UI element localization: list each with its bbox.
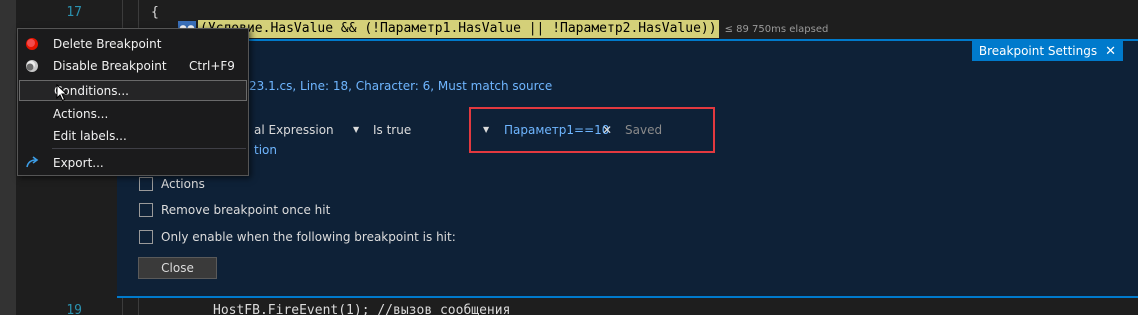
- condition-code: (Условие.HasValue && (!Параметр1.HasValu…: [198, 20, 719, 38]
- code-line-bottom: HostFB.FireEvent(1); //вызов сообщения: [213, 303, 510, 315]
- condition-row: al Expression ▼ Is true ▼ Параметр1==10 …: [117, 123, 1138, 143]
- export-arrow-icon: [26, 155, 39, 167]
- dependent-breakpoint-checkbox-row[interactable]: Only enable when the following breakpoin…: [139, 230, 456, 244]
- menu-item-actions[interactable]: Actions...: [19, 103, 247, 124]
- saved-status: Saved: [625, 123, 663, 137]
- condition-type-select[interactable]: al Expression: [254, 123, 334, 137]
- menu-item-export[interactable]: Export...: [19, 152, 247, 173]
- code-brace: {: [151, 5, 159, 20]
- menu-item-label: Delete Breakpoint: [53, 36, 162, 51]
- line-number: 19: [66, 303, 82, 315]
- code-bottom-text: HostFB.FireEvent(1); //вызов сообщения: [213, 303, 511, 315]
- condition-operator-select[interactable]: Is true: [373, 123, 411, 137]
- chevron-down-icon[interactable]: ▼: [483, 125, 489, 134]
- clear-condition-icon[interactable]: ✕: [602, 123, 612, 137]
- perf-tip: ≤ 89 750ms elapsed: [724, 23, 829, 35]
- breakpoint-margin[interactable]: [0, 0, 16, 315]
- remove-breakpoint-label: Remove breakpoint once hit: [161, 203, 331, 217]
- menu-item-disable-breakpoint[interactable]: Disable Breakpoint Ctrl+F9: [19, 55, 247, 76]
- condition-value-input[interactable]: Параметр1==10: [504, 123, 609, 137]
- actions-checkbox-row[interactable]: Actions: [139, 177, 205, 191]
- chevron-down-icon[interactable]: ▼: [353, 125, 359, 134]
- add-condition-link[interactable]: tion: [254, 143, 277, 157]
- line-number: 17: [66, 5, 82, 20]
- actions-label: Actions: [161, 177, 205, 191]
- mouse-cursor-icon: [56, 84, 68, 102]
- breakpoint-location: 23.1.cs, Line: 18, Character: 6, Must ma…: [249, 79, 553, 93]
- context-menu: Delete Breakpoint Disable Breakpoint Ctr…: [17, 28, 249, 176]
- menu-item-shortcut: Ctrl+F9: [189, 58, 235, 73]
- remove-breakpoint-checkbox[interactable]: [139, 203, 153, 217]
- menu-item-conditions[interactable]: Conditions...: [19, 80, 247, 101]
- breakpoint-settings-title: Breakpoint Settings: [978, 44, 1098, 58]
- breakpoint-settings-tab[interactable]: Breakpoint Settings ✕: [971, 41, 1123, 61]
- breakpoint-disable-icon: [26, 59, 38, 72]
- menu-item-edit-labels[interactable]: Edit labels...: [19, 125, 247, 146]
- menu-item-label: Edit labels...: [53, 128, 127, 143]
- breakpoint-settings-panel: Breakpoint Settings ✕ 23.1.cs, Line: 18,…: [117, 39, 1138, 298]
- close-icon[interactable]: ✕: [1105, 44, 1116, 59]
- close-button[interactable]: Close: [138, 257, 217, 279]
- menu-separator: [52, 148, 246, 149]
- menu-item-label: Export...: [53, 155, 104, 170]
- actions-checkbox[interactable]: [139, 177, 153, 191]
- menu-item-label: Disable Breakpoint: [53, 58, 167, 73]
- menu-item-delete-breakpoint[interactable]: Delete Breakpoint: [19, 33, 247, 54]
- remove-breakpoint-checkbox-row[interactable]: Remove breakpoint once hit: [139, 203, 330, 217]
- breakpoint-red-icon: [26, 37, 38, 50]
- condition-code-line: ●● (Условие.HasValue && (!Параметр1.HasV…: [178, 20, 828, 38]
- menu-item-label: Actions...: [53, 106, 109, 121]
- dependent-breakpoint-label: Only enable when the following breakpoin…: [161, 230, 456, 244]
- dependent-breakpoint-checkbox[interactable]: [139, 230, 153, 244]
